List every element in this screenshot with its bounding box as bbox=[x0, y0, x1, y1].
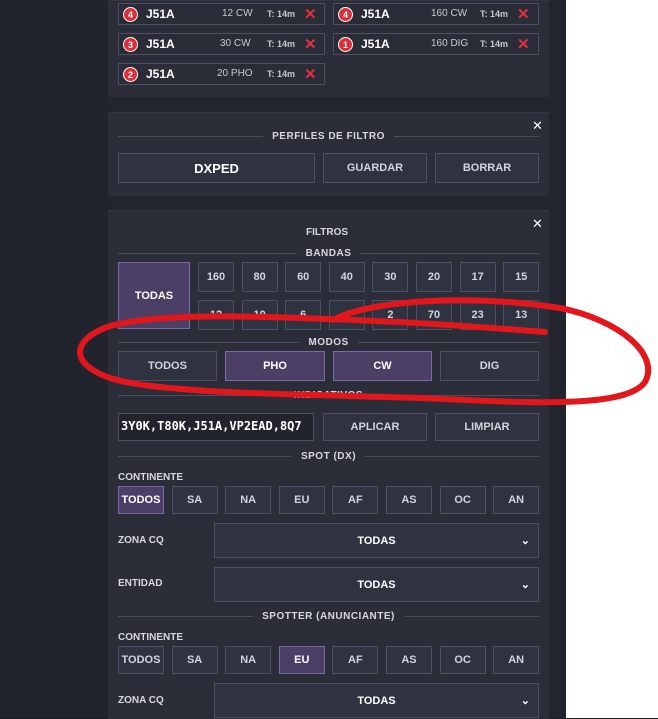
spot-call: J51A bbox=[146, 67, 175, 81]
spotter-cq-zone-value: TODAS bbox=[357, 694, 396, 707]
cq-zone-select[interactable]: TODAS ⌄ bbox=[214, 523, 539, 558]
spot-time: T: 14m bbox=[267, 9, 296, 19]
spot-item[interactable]: 4 J51A 12 CW T: 14m ✕ bbox=[118, 3, 325, 25]
band-button[interactable]: 40 bbox=[328, 262, 365, 292]
spotter-continent-button[interactable]: OC bbox=[439, 646, 486, 674]
continent-button[interactable]: OC bbox=[439, 486, 486, 514]
spot-freq: 20 PHO bbox=[217, 68, 253, 79]
rank-badge: 4 bbox=[123, 7, 138, 22]
callsigns-title: INDICATIVOS bbox=[118, 388, 539, 402]
rank-badge: 3 bbox=[123, 37, 138, 52]
band-button[interactable]: 2 bbox=[372, 300, 409, 330]
spotter-continent-button[interactable]: TODOS bbox=[118, 646, 164, 674]
band-button[interactable]: 160 bbox=[198, 262, 234, 292]
spot-dx-title: SPOT (DX) bbox=[118, 449, 539, 463]
entity-select[interactable]: TODAS ⌄ bbox=[214, 567, 539, 602]
band-button[interactable]: 17 bbox=[459, 262, 496, 292]
band-button[interactable]: 30 bbox=[372, 262, 409, 292]
band-button[interactable]: 80 bbox=[241, 262, 278, 292]
spot-time: T: 14m bbox=[267, 39, 296, 49]
mode-dig-button[interactable]: DIG bbox=[440, 351, 539, 381]
band-button[interactable]: 12 bbox=[198, 300, 234, 330]
continent-button[interactable]: TODOS bbox=[118, 486, 164, 514]
delete-icon[interactable]: ✕ bbox=[304, 5, 317, 23]
right-background bbox=[566, 0, 658, 718]
band-button[interactable]: 13 bbox=[503, 300, 540, 330]
chevron-down-icon: ⌄ bbox=[520, 579, 530, 591]
band-button[interactable]: 4 bbox=[328, 300, 365, 330]
band-button[interactable]: 6 bbox=[285, 300, 322, 330]
close-icon[interactable]: ✕ bbox=[532, 119, 543, 134]
spot-item[interactable]: 3 J51A 30 CW T: 14m ✕ bbox=[118, 33, 325, 55]
mode-cw-button[interactable]: CW bbox=[333, 351, 432, 381]
spotter-continent-button[interactable]: NA bbox=[225, 646, 272, 674]
continent-button[interactable]: SA bbox=[171, 486, 218, 514]
spotter-cq-zone-select[interactable]: TODAS ⌄ bbox=[214, 683, 539, 718]
continent-label: CONTINENTE bbox=[118, 472, 183, 483]
close-icon[interactable]: ✕ bbox=[532, 217, 543, 232]
spot-call: J51A bbox=[146, 37, 175, 51]
save-button[interactable]: GUARDAR bbox=[323, 153, 427, 183]
rank-badge: 1 bbox=[338, 37, 353, 52]
spot-freq: 160 DIG bbox=[431, 38, 469, 49]
spotter-continent-button[interactable]: AN bbox=[493, 646, 540, 674]
band-todas-button[interactable]: TODAS bbox=[118, 262, 190, 329]
mode-todos-button[interactable]: TODOS bbox=[118, 351, 217, 381]
spot-call: J51A bbox=[361, 37, 390, 51]
entity-label: ENTIDAD bbox=[118, 578, 163, 589]
profiles-title: PERFILES DE FILTRO bbox=[118, 129, 539, 143]
spot-time: T: 14m bbox=[267, 69, 296, 79]
spot-item[interactable]: 1 J51A 160 DIG T: 14m ✕ bbox=[333, 33, 539, 55]
delete-button[interactable]: BORRAR bbox=[435, 153, 539, 183]
continent-button[interactable]: AN bbox=[493, 486, 540, 514]
spot-freq: 160 CW bbox=[431, 8, 468, 19]
spotter-continent-label: CONTINENTE bbox=[118, 632, 183, 643]
delete-icon[interactable]: ✕ bbox=[517, 5, 530, 23]
spotter-continent-button[interactable]: SA bbox=[171, 646, 218, 674]
modes-title: MODOS bbox=[118, 335, 539, 349]
delete-icon[interactable]: ✕ bbox=[517, 35, 530, 53]
spotter-continent-button[interactable]: EU bbox=[278, 646, 325, 674]
spot-item[interactable]: 2 J51A 20 PHO T: 14m ✕ bbox=[118, 63, 325, 85]
cq-zone-label: ZONA CQ bbox=[118, 535, 164, 546]
bands-title: BANDAS bbox=[118, 246, 539, 260]
spotter-cq-zone-label: ZONA CQ bbox=[118, 695, 164, 706]
left-background bbox=[0, 0, 106, 718]
spot-freq: 30 CW bbox=[220, 38, 251, 49]
spot-freq: 12 CW bbox=[222, 8, 253, 19]
filters-title: FILTROS bbox=[306, 227, 349, 238]
spot-call: J51A bbox=[361, 7, 390, 21]
spotter-continent-button[interactable]: AF bbox=[332, 646, 379, 674]
chevron-down-icon: ⌄ bbox=[520, 695, 530, 707]
band-button[interactable]: 15 bbox=[503, 262, 540, 292]
band-button[interactable]: 20 bbox=[416, 262, 452, 292]
chevron-down-icon: ⌄ bbox=[520, 535, 530, 547]
continent-button[interactable]: AS bbox=[386, 486, 432, 514]
spot-call: J51A bbox=[146, 7, 175, 21]
spotter-title: SPOTTER (ANUNCIANTE) bbox=[118, 609, 539, 623]
band-button[interactable]: 60 bbox=[285, 262, 322, 292]
spot-time: T: 14m bbox=[480, 9, 509, 19]
callsigns-input[interactable]: 3Y0K,T80K,J51A,VP2EAD,8Q7 bbox=[118, 413, 314, 441]
spot-item[interactable]: 4 J51A 160 CW T: 14m ✕ bbox=[333, 3, 539, 25]
entity-value: TODAS bbox=[357, 578, 396, 591]
continent-button[interactable]: EU bbox=[278, 486, 325, 514]
band-button[interactable]: 23 bbox=[459, 300, 496, 330]
profile-dropdown[interactable]: DXPED bbox=[118, 153, 315, 183]
rank-badge: 4 bbox=[338, 7, 353, 22]
apply-button[interactable]: APLICAR bbox=[323, 413, 427, 441]
cq-zone-value: TODAS bbox=[357, 534, 396, 547]
continent-button[interactable]: AF bbox=[332, 486, 379, 514]
band-button[interactable]: 10 bbox=[241, 300, 278, 330]
continent-button[interactable]: NA bbox=[225, 486, 272, 514]
clear-button[interactable]: LIMPIAR bbox=[435, 413, 539, 441]
rank-badge: 2 bbox=[123, 67, 138, 82]
mode-pho-button[interactable]: PHO bbox=[225, 351, 325, 381]
delete-icon[interactable]: ✕ bbox=[304, 35, 317, 53]
spot-time: T: 14m bbox=[480, 39, 509, 49]
delete-icon[interactable]: ✕ bbox=[304, 65, 317, 83]
spotter-continent-button[interactable]: AS bbox=[386, 646, 432, 674]
band-button[interactable]: 70 bbox=[416, 300, 452, 330]
